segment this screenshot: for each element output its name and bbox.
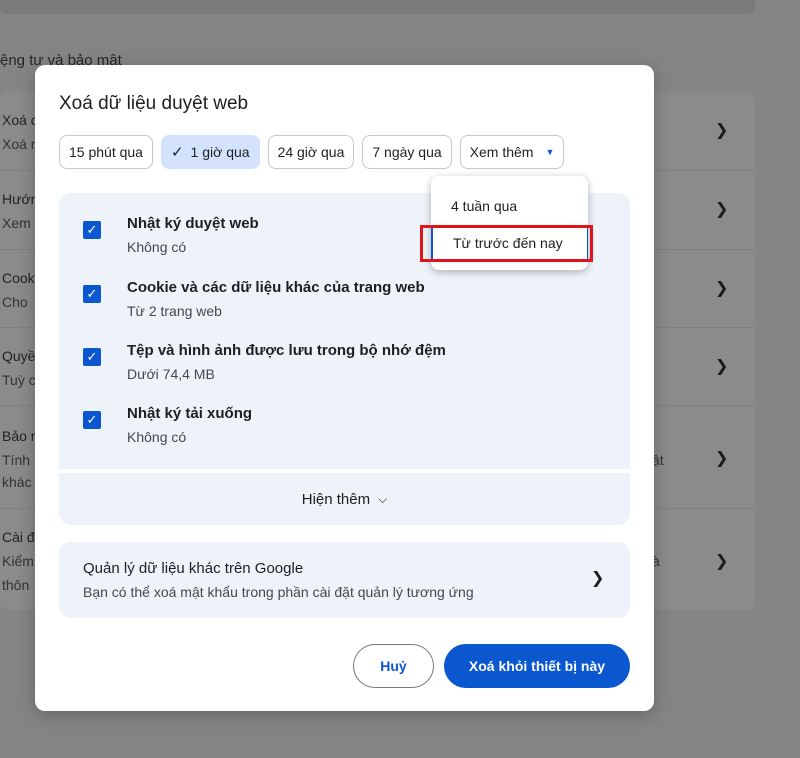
manage-google-data-link[interactable]: Quản lý dữ liệu khác trên Google Bạn có … — [59, 542, 630, 618]
item-subtitle: Không có — [127, 429, 187, 445]
check-icon: ✓ — [170, 144, 184, 161]
show-more-button[interactable]: Hiện thêm ⌵ — [59, 473, 630, 525]
checkbox-cache[interactable]: ✓ — [83, 348, 101, 366]
chevron-right-icon: ❯ — [715, 201, 729, 218]
chevron-right-icon: ❯ — [715, 553, 729, 570]
more-ranges-dropdown[interactable]: Xem thêm ▼ — [459, 135, 565, 169]
clear-browsing-data-dialog: Xoá dữ liệu duyệt web 15 phút qua ✓ 1 giờ… — [35, 65, 654, 711]
chip-7-days[interactable]: 7 ngày qua — [362, 135, 452, 169]
row-title: Hướn — [2, 191, 39, 207]
chip-label: Xem thêm — [469, 144, 534, 160]
row-subtitle: Tính — [2, 452, 31, 468]
row-title: Cài đ — [2, 529, 35, 545]
item-title: Cookie và các dữ liệu khác của trang web — [127, 279, 425, 296]
chevron-right-icon: ❯ — [715, 122, 729, 139]
item-subtitle: Từ 2 trang web — [127, 303, 222, 319]
chevron-right-icon: ❯ — [591, 570, 605, 587]
chevron-right-icon: ❯ — [715, 450, 729, 467]
chip-24-hours[interactable]: 24 giờ qua — [267, 135, 355, 169]
chip-label: 7 ngày qua — [372, 144, 442, 160]
row-subtitle: khác — [2, 474, 32, 490]
row-subtitle: Xoá n — [2, 136, 39, 152]
cancel-button[interactable]: Huỷ — [353, 644, 434, 688]
row-subtitle: Tuỳ c — [2, 372, 36, 388]
item-subtitle: Dưới 74,4 MB — [127, 366, 215, 382]
caret-down-icon: ▼ — [545, 147, 555, 157]
chevron-down-icon: ⌵ — [378, 491, 388, 506]
chevron-right-icon: ❯ — [715, 280, 729, 297]
top-bar — [0, 0, 755, 14]
row-subtitle: Xem — [2, 215, 31, 231]
dialog-title: Xoá dữ liệu duyệt web — [59, 93, 249, 114]
google-card-subtitle: Bạn có thể xoá mật khẩu trong phần cài đ… — [83, 584, 474, 600]
chip-15-minutes[interactable]: 15 phút qua — [59, 135, 153, 169]
checkbox-cookies[interactable]: ✓ — [83, 285, 101, 303]
chip-label: 15 phút qua — [69, 144, 143, 160]
chip-label: 24 giờ qua — [277, 144, 345, 160]
row-subtitle: Cho — [2, 294, 28, 310]
annotation-highlight-box — [420, 225, 593, 262]
item-title: Nhật ký duyệt web — [127, 215, 259, 232]
clear-data-button[interactable]: Xoá khỏi thiết bị này — [444, 644, 630, 688]
item-title: Nhật ký tải xuống — [127, 405, 253, 422]
row-title: Xoá c — [2, 112, 38, 128]
google-card-title: Quản lý dữ liệu khác trên Google — [83, 560, 304, 577]
item-title: Tệp và hình ảnh được lưu trong bộ nhớ đệ… — [127, 342, 446, 359]
checkbox-browsing-history[interactable]: ✓ — [83, 221, 101, 239]
chip-1-hour[interactable]: ✓ 1 giờ qua — [160, 135, 260, 169]
item-subtitle: Không có — [127, 239, 187, 255]
chevron-right-icon: ❯ — [715, 358, 729, 375]
time-range-chips: 15 phút qua ✓ 1 giờ qua 24 giờ qua 7 ngày… — [59, 135, 565, 169]
checkbox-download-history[interactable]: ✓ — [83, 411, 101, 429]
chip-label: 1 giờ qua — [190, 144, 250, 160]
show-more-label: Hiện thêm — [301, 490, 371, 508]
row-title: Cook — [2, 270, 35, 286]
menu-item-4-weeks[interactable]: 4 tuần qua — [431, 188, 588, 224]
row-title: Quyề — [2, 348, 36, 364]
row-subtitle: Kiểm — [2, 553, 34, 569]
row-subtitle: thôn — [2, 577, 30, 593]
